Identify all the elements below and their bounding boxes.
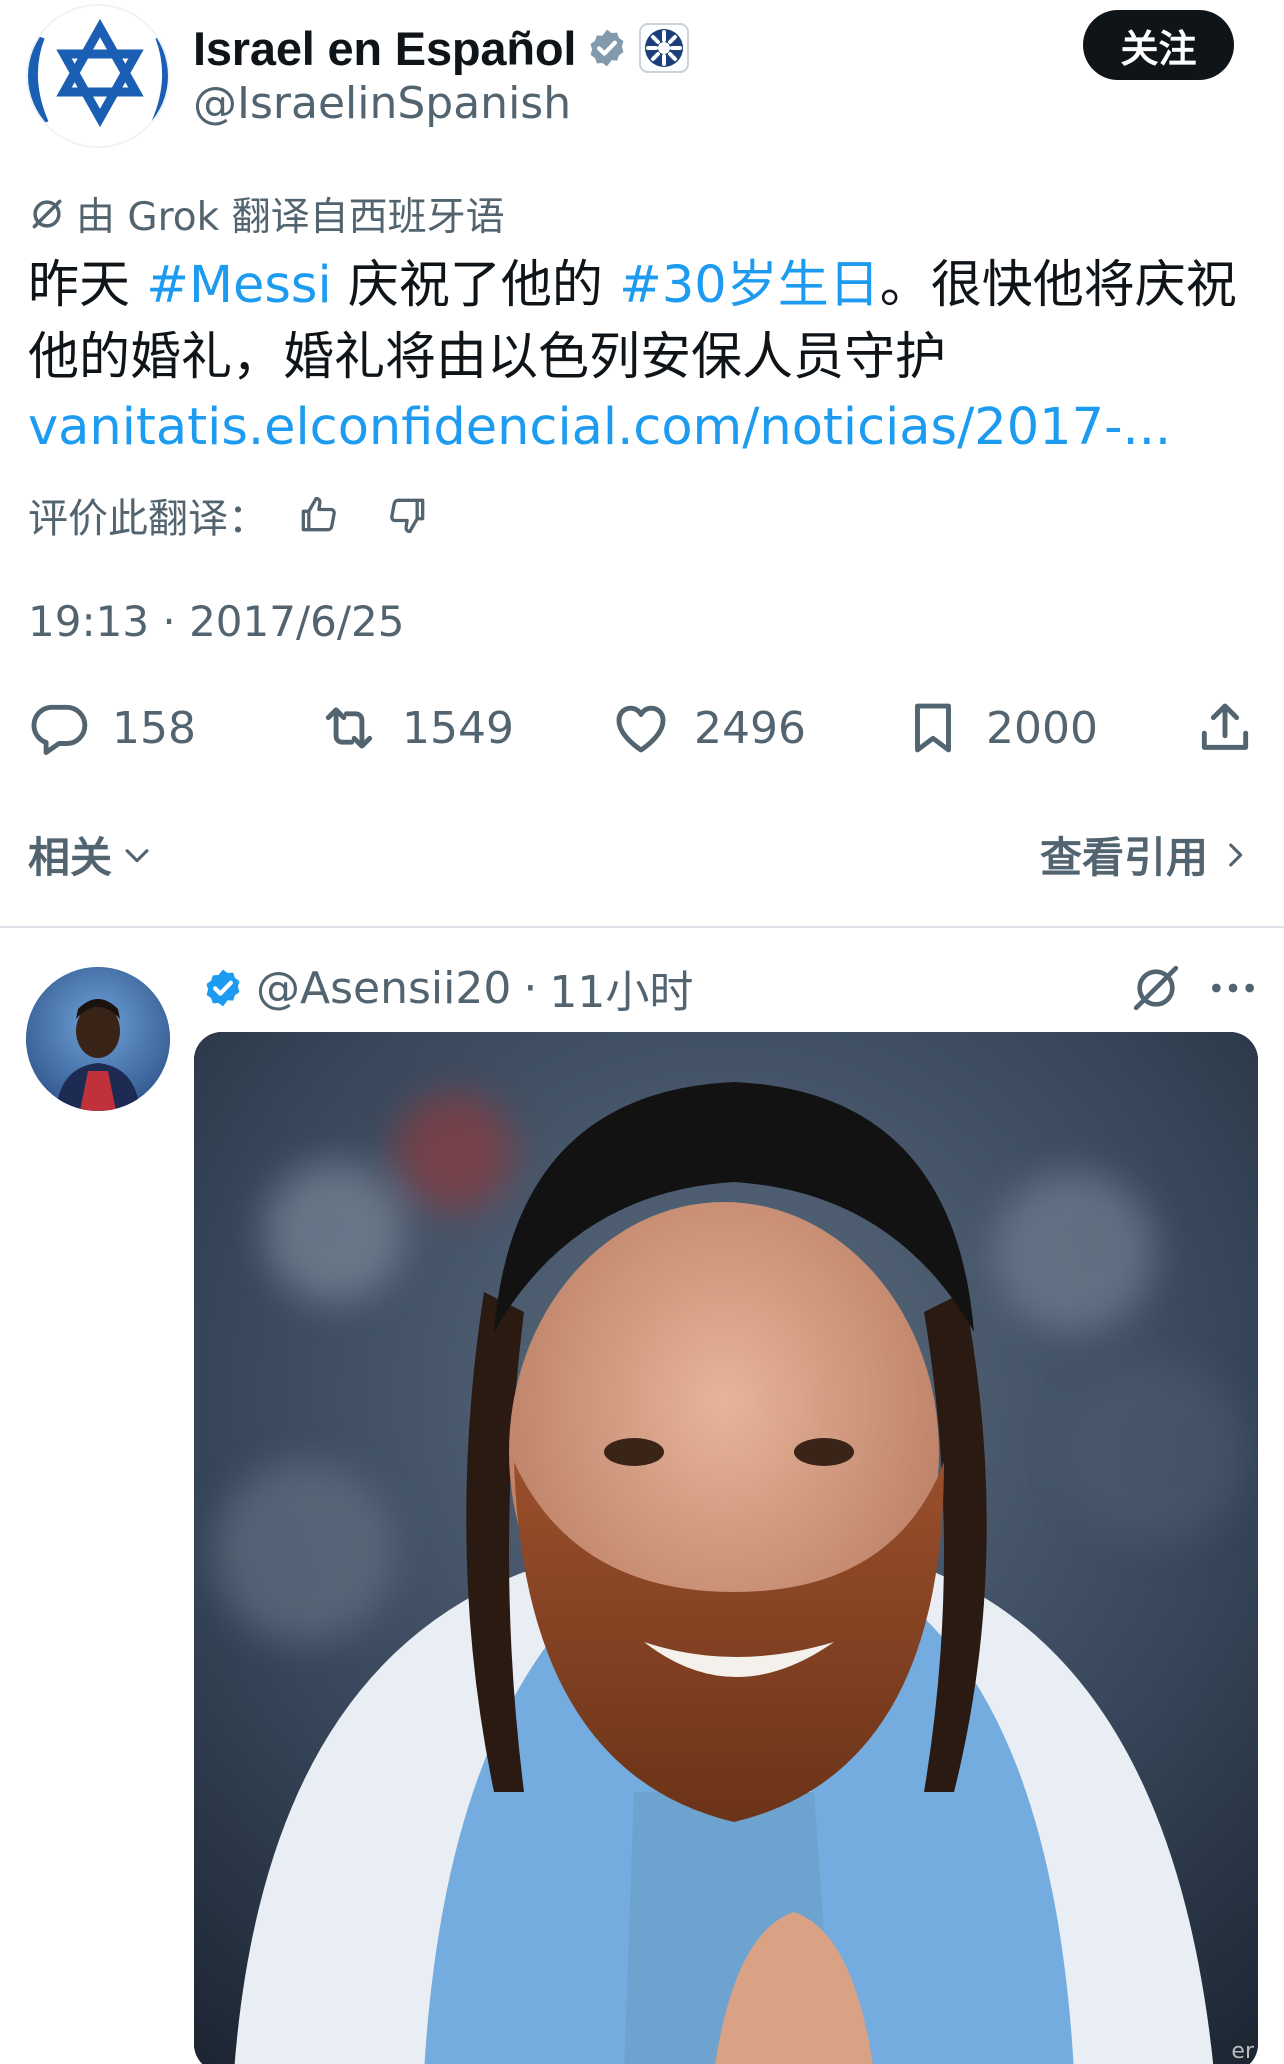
author-handle[interactable]: @IsraelinSpanish [193,78,571,129]
grok-icon [32,199,62,229]
reply-count: 158 [112,702,196,754]
image-watermark: er [1231,2039,1254,2064]
repost-icon [325,707,373,749]
reply-author-avatar[interactable] [26,967,170,1111]
affiliation-badge-icon [639,23,690,73]
separator-dot: · [523,962,538,1014]
thumbs-down-icon[interactable] [386,493,430,537]
verified-gray-badge-icon [590,29,624,67]
like-button[interactable]: 2496 [610,692,806,764]
tweet-text-part: 庆祝了他的 [331,256,620,315]
bookmark-count: 2000 [986,702,1098,754]
author-name-row: Israel en Español [193,18,690,78]
rate-translation-row: 评价此翻译： [28,486,430,544]
grok-explain-icon[interactable] [1128,960,1184,1016]
related-label: 相关 [28,833,113,882]
section-divider [0,926,1284,928]
hashtag-messi[interactable]: #Messi [146,256,331,315]
action-bar: 158 1549 2496 2000 [28,692,1260,764]
heart-icon [616,705,666,753]
view-quotes-label: 查看引用 [1039,833,1208,882]
verified-blue-badge-icon [206,969,240,1007]
share-icon [1201,703,1249,750]
like-count: 2496 [694,702,806,754]
translation-note: 由 Grok 翻译自西班牙语 [28,186,505,242]
related-dropdown[interactable]: 相关 [28,824,154,885]
share-button[interactable] [1194,692,1256,764]
bookmark-icon [915,703,951,753]
reply-author-handle[interactable]: @Asensii20 [256,963,511,1014]
reply-header: @Asensii20 · 11小时 [202,956,693,1020]
reply-bubble-icon [31,704,88,755]
author-display-name[interactable]: Israel en Español [193,21,576,76]
thumbs-up-icon[interactable] [296,493,340,537]
profile-avatar[interactable] [26,4,170,148]
tweet-text: 昨天 #Messi 庆祝了他的 #30岁生日。很快他将庆祝他的婚礼，婚礼将由以色… [28,250,1258,394]
tweet-link[interactable]: vanitatis.elconfidencial.com/noticias/20… [28,398,1171,457]
follow-button[interactable]: 关注 [1083,10,1234,80]
avatar-photo [26,967,170,1111]
more-options-icon[interactable] [1208,968,1258,1008]
bookmark-button[interactable]: 2000 [902,692,1098,764]
tweet-text-part: 昨天 [28,256,147,315]
chevron-right-icon [1229,843,1243,866]
view-quotes-link[interactable]: 查看引用 [1040,824,1252,885]
repost-count: 1549 [402,702,514,754]
tweet-timestamp[interactable]: 19:13 · 2017/6/25 [28,597,404,646]
israel-flag-logo [28,6,168,146]
hashtag-birthday[interactable]: #30岁生日 [619,256,880,315]
rate-translation-label: 评价此翻译： [28,496,268,542]
photo-illustration [194,1032,1258,2064]
repost-button[interactable]: 1549 [318,692,514,764]
reply-button[interactable]: 158 [28,692,196,764]
reply-time[interactable]: 11小时 [549,956,693,1020]
post-media-image[interactable]: er [194,1032,1258,2064]
translation-note-text[interactable]: 由 Grok 翻译自西班牙语 [76,186,505,242]
chevron-down-icon [125,848,149,862]
